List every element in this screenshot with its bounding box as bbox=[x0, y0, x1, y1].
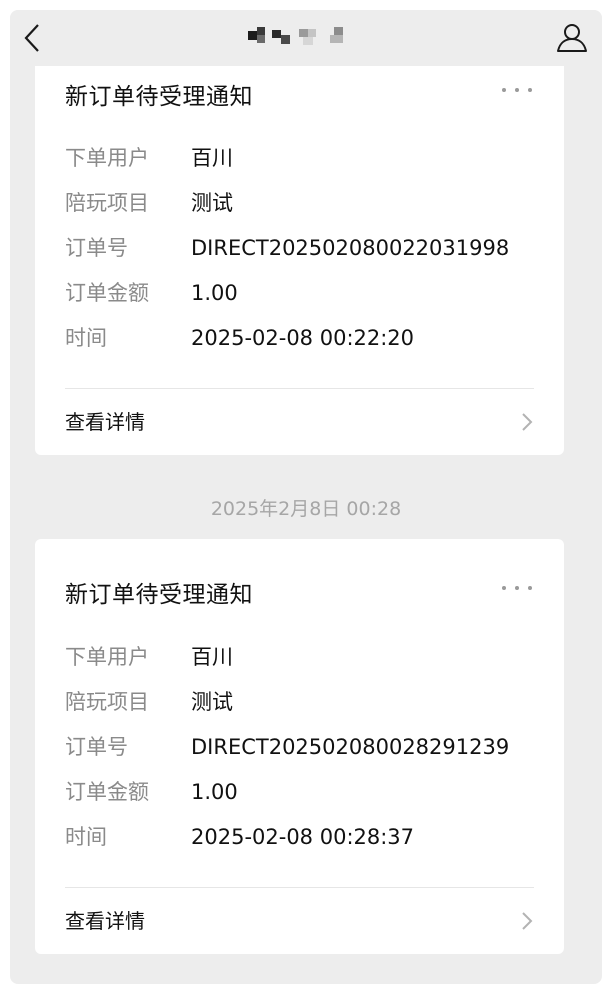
more-options-button[interactable] bbox=[502, 83, 532, 97]
field-label: 订单金额 bbox=[65, 281, 149, 305]
field-label: 订单金额 bbox=[65, 780, 149, 804]
back-button[interactable] bbox=[18, 22, 46, 54]
dot-icon bbox=[528, 88, 532, 92]
field-row-order-number: 订单号 DIRECT202502080022031998 bbox=[65, 233, 535, 263]
order-notification-card: 新订单待受理通知 下单用户 百川 陪玩项目 测试 订单号 DIRECT20250… bbox=[35, 10, 564, 455]
field-row-project: 陪玩项目 测试 bbox=[65, 687, 535, 717]
field-row-user: 下单用户 百川 bbox=[65, 143, 535, 173]
dot-icon bbox=[515, 88, 519, 92]
view-details-link[interactable]: 查看详情 bbox=[35, 389, 564, 453]
field-value: 1.00 bbox=[191, 281, 238, 305]
field-label: 订单号 bbox=[65, 236, 128, 260]
person-icon bbox=[557, 24, 587, 52]
profile-button[interactable] bbox=[554, 22, 590, 54]
field-value: 2025-02-08 00:22:20 bbox=[191, 326, 415, 350]
field-row-time: 时间 2025-02-08 00:22:20 bbox=[65, 323, 535, 353]
field-value: 测试 bbox=[191, 690, 233, 714]
view-details-link[interactable]: 查看详情 bbox=[35, 888, 564, 952]
card-title: 新订单待受理通知 bbox=[65, 84, 253, 110]
dot-icon bbox=[502, 586, 506, 590]
field-label: 订单号 bbox=[65, 735, 128, 759]
field-value: 1.00 bbox=[191, 780, 238, 804]
navigation-bar bbox=[10, 10, 602, 66]
chat-screen: 新订单待受理通知 下单用户 百川 陪玩项目 测试 订单号 DIRECT20250… bbox=[10, 10, 602, 984]
field-row-project: 陪玩项目 测试 bbox=[65, 188, 535, 218]
field-row-user: 下单用户 百川 bbox=[65, 642, 535, 672]
field-value: DIRECT202502080028291239 bbox=[191, 735, 510, 759]
field-row-amount: 订单金额 1.00 bbox=[65, 777, 535, 807]
card-title: 新订单待受理通知 bbox=[65, 582, 253, 608]
dot-icon bbox=[502, 88, 506, 92]
field-value: DIRECT202502080022031998 bbox=[191, 236, 510, 260]
message-timestamp: 2025年2月8日 00:28 bbox=[210, 498, 402, 520]
chevron-right-icon bbox=[522, 413, 533, 431]
field-row-time: 时间 2025-02-08 00:28:37 bbox=[65, 822, 535, 852]
view-details-label: 查看详情 bbox=[65, 410, 145, 434]
field-value: 百川 bbox=[191, 645, 233, 669]
field-label: 陪玩项目 bbox=[65, 690, 149, 714]
field-label: 下单用户 bbox=[65, 645, 149, 669]
field-value: 测试 bbox=[191, 191, 233, 215]
dot-icon bbox=[515, 586, 519, 590]
field-label: 陪玩项目 bbox=[65, 191, 149, 215]
field-label: 时间 bbox=[65, 326, 107, 350]
field-row-order-number: 订单号 DIRECT202502080028291239 bbox=[65, 732, 535, 762]
chevron-right-icon bbox=[522, 912, 533, 930]
dot-icon bbox=[528, 586, 532, 590]
field-value: 百川 bbox=[191, 146, 233, 170]
view-details-label: 查看详情 bbox=[65, 909, 145, 933]
field-row-amount: 订单金额 1.00 bbox=[65, 278, 535, 308]
chat-title-pixelated bbox=[248, 27, 348, 49]
field-label: 下单用户 bbox=[65, 146, 149, 170]
field-value: 2025-02-08 00:28:37 bbox=[191, 825, 415, 849]
chevron-left-icon bbox=[24, 24, 39, 52]
order-notification-card: 新订单待受理通知 下单用户 百川 陪玩项目 测试 订单号 DIRECT20250… bbox=[35, 539, 564, 954]
field-label: 时间 bbox=[65, 825, 107, 849]
more-options-button[interactable] bbox=[502, 581, 532, 595]
